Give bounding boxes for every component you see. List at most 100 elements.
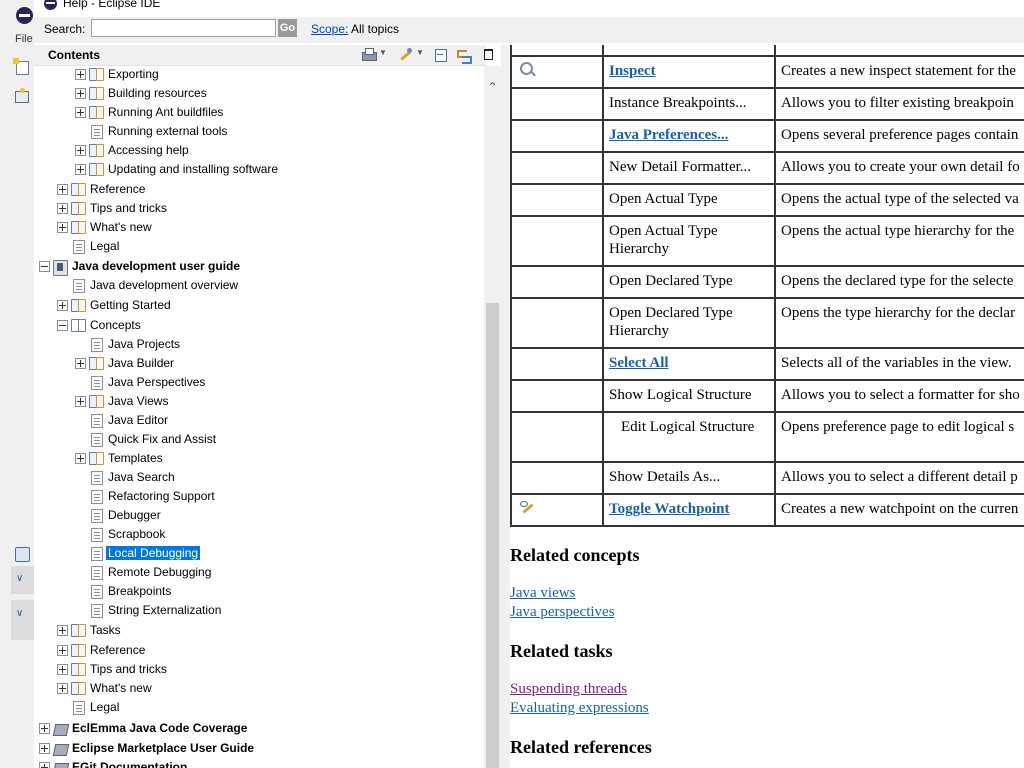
pane-splitter[interactable]	[501, 45, 510, 768]
tree-item[interactable]: Java development overview	[34, 277, 484, 296]
related-concept-link[interactable]: Java views	[510, 585, 575, 602]
tree-item[interactable]: Getting Started	[34, 297, 484, 316]
tree-item[interactable]: Java Views	[34, 393, 484, 412]
collapse-icon[interactable]	[57, 320, 68, 331]
expand-icon[interactable]	[57, 645, 68, 656]
expand-icon[interactable]	[75, 453, 86, 464]
tree-item[interactable]: Local Debugging	[34, 545, 484, 564]
scope-link[interactable]: Scope:	[311, 22, 348, 36]
tree-item[interactable]: Java Perspectives	[34, 374, 484, 393]
go-button[interactable]: Go	[278, 19, 297, 37]
command-label: Open Actual Type Hierarchy	[609, 223, 718, 257]
expand-icon[interactable]	[75, 88, 86, 99]
collapse-all-icon[interactable]	[433, 47, 449, 63]
expand-icon[interactable]	[57, 625, 68, 636]
tree-item[interactable]: Remote Debugging	[34, 564, 484, 583]
command-link[interactable]: Select All	[609, 355, 669, 371]
view-icon[interactable]	[13, 545, 31, 563]
tree-item[interactable]: Eclipse Marketplace User Guide	[34, 740, 484, 759]
command-link[interactable]: Toggle Watchpoint	[609, 501, 729, 517]
expand-icon[interactable]	[57, 683, 68, 694]
command-link[interactable]: Java Preferences...	[609, 127, 728, 143]
tree-item[interactable]: EGit Documentation	[34, 759, 484, 768]
debug-perspective-icon[interactable]	[13, 87, 31, 105]
expand-icon[interactable]	[75, 396, 86, 407]
expand-icon[interactable]	[39, 743, 50, 754]
related-concept-link[interactable]: Java perspectives	[510, 604, 615, 621]
chevron-down-icon[interactable]: ▼	[416, 48, 424, 57]
command-cell: Open Declared Type Hierarchy	[602, 297, 776, 349]
search-input[interactable]	[91, 19, 276, 37]
new-icon[interactable]	[13, 58, 31, 76]
minimized-view-toggle[interactable]: ∨	[11, 566, 34, 594]
related-task-link[interactable]: Evaluating expressions	[510, 700, 649, 717]
tree-item[interactable]: Debugger	[34, 507, 484, 526]
tree-scrollbar[interactable]: ⌃	[484, 66, 501, 768]
tree-item[interactable]: Scrapbook	[34, 526, 484, 545]
link-with-contents-icon[interactable]	[456, 47, 472, 64]
expand-icon[interactable]	[75, 145, 86, 156]
scrollbar-thumb[interactable]	[486, 303, 499, 768]
table-row: Open Actual Type Opens the actual type of…	[510, 183, 1024, 217]
expand-icon[interactable]	[75, 358, 86, 369]
table-row: Show Details As... Allows you to select a…	[510, 461, 1024, 495]
tree-item[interactable]: Exporting	[34, 66, 484, 85]
expand-icon[interactable]	[39, 723, 50, 734]
tree-item[interactable]: Concepts	[34, 317, 484, 336]
topic-page-icon	[91, 566, 103, 580]
plugin-book-icon	[53, 742, 68, 755]
collapse-icon[interactable]	[39, 261, 50, 272]
tree-item[interactable]: Breakpoints	[34, 583, 484, 602]
expand-icon[interactable]	[75, 107, 86, 118]
tree-item[interactable]: Java Builder	[34, 355, 484, 374]
expand-icon[interactable]	[57, 300, 68, 311]
book-icon	[71, 299, 86, 312]
tree-item[interactable]: Reference	[34, 642, 484, 661]
tree-item-label: Java development user guide	[72, 259, 241, 273]
print-icon[interactable]	[361, 47, 377, 63]
expand-icon[interactable]	[39, 762, 50, 768]
tree-item[interactable]: Building resources	[34, 85, 484, 104]
highlight-search-icon[interactable]	[398, 47, 414, 63]
tree-item[interactable]: String Externalization	[34, 602, 484, 621]
tree-item[interactable]: Java Search	[34, 469, 484, 488]
tree-item[interactable]: Java Editor	[34, 412, 484, 431]
tree-item[interactable]: Accessing help	[34, 142, 484, 161]
tree-item[interactable]: Legal	[34, 238, 484, 257]
expand-icon[interactable]	[57, 203, 68, 214]
expand-icon[interactable]	[75, 69, 86, 80]
command-description: Opens several preference pages contain	[781, 127, 1019, 143]
tree-item[interactable]: Tasks	[34, 622, 484, 641]
tree-item[interactable]: Running Ant buildfiles	[34, 104, 484, 123]
tree-item[interactable]: What's new	[34, 219, 484, 238]
tree-item[interactable]: Templates	[34, 450, 484, 469]
expand-icon[interactable]	[57, 664, 68, 675]
tree-item[interactable]: Refactoring Support	[34, 488, 484, 507]
related-task-link[interactable]: Suspending threads	[510, 681, 627, 698]
tree-item-label: Remote Debugging	[108, 565, 212, 579]
minimized-view-toggle-2[interactable]: ∨	[11, 600, 34, 640]
tree-item[interactable]: Tips and tricks	[34, 661, 484, 680]
tree-item[interactable]: What's new	[34, 680, 484, 699]
table-row: Toggle Watchpoint Creates a new watchpoin…	[510, 493, 1024, 527]
tree-item[interactable]: EclEmma Java Code Coverage	[34, 720, 484, 739]
menu-file[interactable]: File	[15, 33, 33, 45]
command-cell: Open Actual Type Hierarchy	[602, 215, 776, 267]
maximize-icon[interactable]	[482, 47, 498, 63]
description-cell: Opens the actual type hierarchy for the	[774, 215, 1024, 267]
tree-item[interactable]: Running external tools	[34, 123, 484, 142]
tree-item[interactable]: Quick Fix and Assist	[34, 431, 484, 450]
tree-item[interactable]: Legal	[34, 699, 484, 718]
tree-item[interactable]: Java Projects	[34, 336, 484, 355]
scroll-up-icon[interactable]: ⌃	[484, 79, 501, 96]
expand-icon[interactable]	[57, 184, 68, 195]
command-link[interactable]: Inspect	[609, 63, 656, 79]
tree-item[interactable]: Java development user guide	[34, 258, 484, 277]
expand-icon[interactable]	[57, 222, 68, 233]
chevron-down-icon[interactable]: ▼	[379, 48, 387, 57]
tree-item[interactable]: Updating and installing software	[34, 161, 484, 180]
tree-item[interactable]: Tips and tricks	[34, 200, 484, 219]
tree-item[interactable]: Reference	[34, 181, 484, 200]
expand-icon[interactable]	[75, 164, 86, 175]
topic-page-icon	[91, 338, 103, 352]
